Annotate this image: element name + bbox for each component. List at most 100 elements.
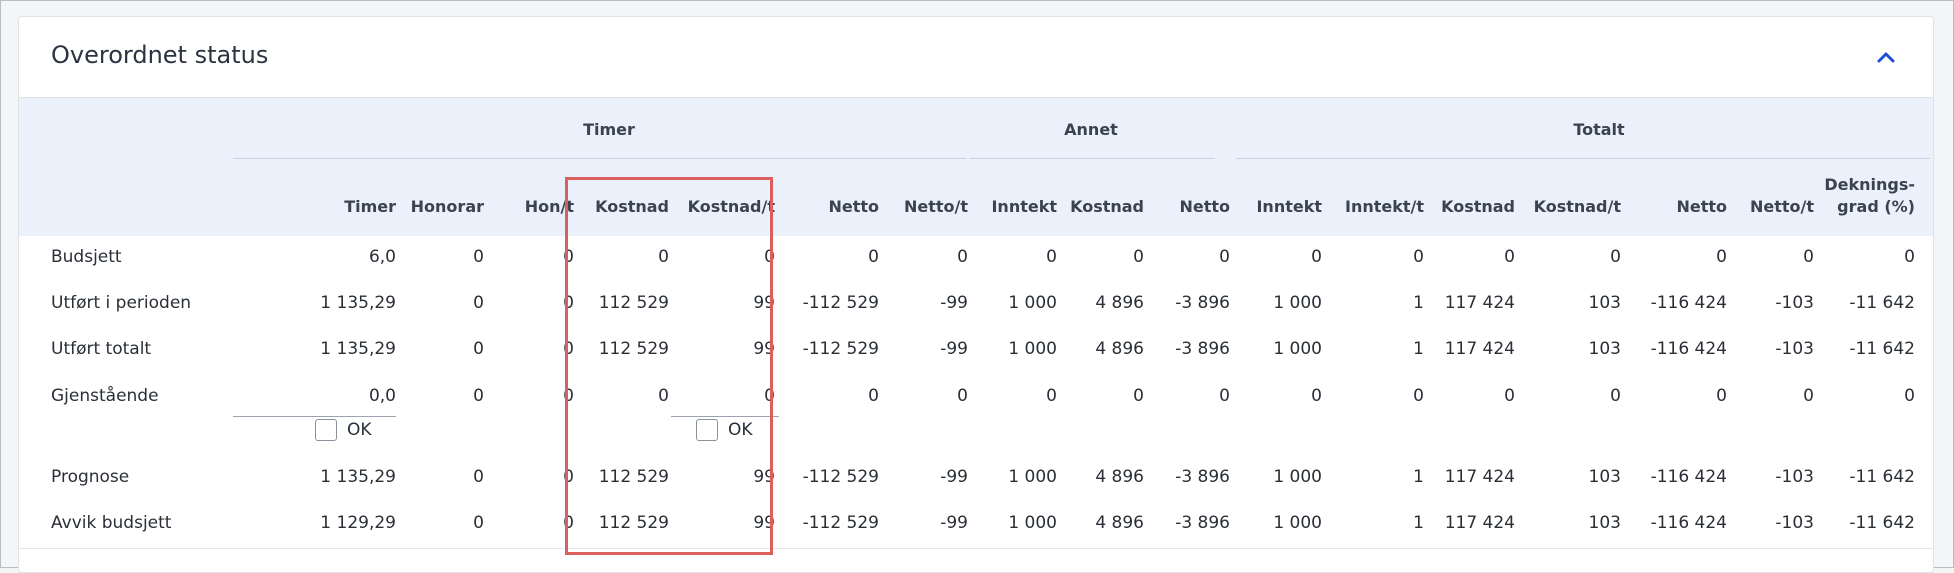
col-kostnad-t[interactable]: Kostnad/t	[688, 196, 775, 218]
col-annet-kostnad[interactable]: Kostnad	[1070, 196, 1144, 218]
table-cell: 99	[753, 293, 775, 313]
table-cell: 0	[868, 386, 879, 406]
table-cell: 0	[1716, 247, 1727, 267]
col-annet-netto[interactable]: Netto	[1179, 196, 1230, 218]
row-label: Utført totalt	[51, 339, 152, 359]
table-cell: 0	[957, 247, 968, 267]
table-cell: 0	[563, 386, 574, 406]
row-label: Avvik budsjett	[51, 513, 172, 533]
table-cell: 0	[1046, 247, 1057, 267]
table-cell: -11 642	[1849, 513, 1915, 533]
col-honorar[interactable]: Honorar	[411, 196, 484, 218]
table-cell: 0	[1046, 386, 1057, 406]
table-cell: 0	[1904, 386, 1915, 406]
status-table: Timer Annet Totalt Timer Honorar Hon/t K…	[19, 98, 1933, 572]
ok-kostnad-t-checkbox[interactable]: OK	[696, 419, 753, 441]
group-totalt: Totalt	[1573, 120, 1625, 139]
table-cell: -99	[940, 293, 968, 313]
table-cell: 99	[753, 513, 775, 533]
table-cell: 0	[1610, 386, 1621, 406]
remaining-hours-input[interactable]	[233, 416, 396, 417]
col-totalt-inntekt-t[interactable]: Inntekt/t	[1345, 196, 1424, 218]
table-cell: 1 000	[1008, 513, 1057, 533]
table-cell: 1 000	[1008, 293, 1057, 313]
table-cell: 0	[1904, 247, 1915, 267]
table-cell: 4 896	[1095, 513, 1144, 533]
table-cell: -116 424	[1650, 467, 1727, 487]
checkbox[interactable]	[315, 419, 337, 441]
table-cell: 0	[1504, 247, 1515, 267]
table-cell: 1 135,29	[320, 293, 396, 313]
remaining-cost-per-hour-input[interactable]	[671, 416, 779, 417]
col-totalt-netto-t[interactable]: Netto/t	[1750, 196, 1814, 218]
col-netto-t[interactable]: Netto/t	[904, 196, 968, 218]
table-cell: 1 000	[1008, 339, 1057, 359]
table-cell: 1 000	[1273, 339, 1322, 359]
checkbox[interactable]	[696, 419, 718, 441]
table-row: Prognose 1 135,29 0 0 112 529 99 -112 529 -99 1 …	[19, 456, 1933, 503]
col-totalt-inntekt[interactable]: Inntekt	[1256, 196, 1322, 218]
table-cell: 0	[473, 467, 484, 487]
table-cell[interactable]: 0,0	[369, 386, 396, 406]
table-cell: 112 529	[598, 293, 669, 313]
table-cell: 6,0	[368, 247, 396, 267]
table-cell: 0	[1803, 247, 1814, 267]
col-hon-t[interactable]: Hon/t	[525, 196, 574, 218]
table-cell: 112 529	[598, 339, 669, 359]
collapse-button[interactable]	[1873, 47, 1899, 67]
col-dekningsgrad-line2: grad (%)	[1837, 197, 1915, 216]
col-totalt-kostnad[interactable]: Kostnad	[1441, 196, 1515, 218]
table-cell: 4 896	[1095, 467, 1144, 487]
table-cell: 1 000	[1273, 513, 1322, 533]
col-totalt-netto[interactable]: Netto	[1676, 196, 1727, 218]
table-cell: -103	[1775, 293, 1814, 313]
group-divider-totalt	[1236, 158, 1930, 159]
col-annet-inntekt[interactable]: Inntekt	[991, 196, 1057, 218]
table-cell: -103	[1775, 467, 1814, 487]
table-cell: -11 642	[1849, 339, 1915, 359]
row-label: Gjenstående	[51, 386, 159, 406]
table-cell: -112 529	[802, 293, 879, 313]
group-divider-annet	[970, 158, 1215, 159]
table-cell: 0	[1311, 247, 1322, 267]
col-dekningsgrad[interactable]: Deknings- grad (%)	[1824, 174, 1915, 218]
table-cell: 1	[1413, 513, 1424, 533]
table-cell[interactable]: 0	[764, 386, 775, 406]
table-cell: 1 000	[1273, 467, 1322, 487]
table-cell: 117 424	[1444, 467, 1515, 487]
group-divider-timer	[233, 158, 966, 159]
table-cell: 0	[1413, 247, 1424, 267]
ok-timer-checkbox[interactable]: OK	[315, 419, 372, 441]
table-cell: 117 424	[1444, 339, 1515, 359]
table-cell: -112 529	[802, 513, 879, 533]
table-cell: 1	[1413, 339, 1424, 359]
table-cell: 0	[473, 386, 484, 406]
table-cell: -3 896	[1175, 293, 1230, 313]
panel-header[interactable]: Overordnet status	[19, 17, 1933, 98]
ok-label: OK	[728, 420, 753, 440]
table-cell: 0	[563, 467, 574, 487]
col-timer[interactable]: Timer	[344, 196, 396, 218]
table-cell: -116 424	[1650, 339, 1727, 359]
col-totalt-kostnad-t[interactable]: Kostnad/t	[1534, 196, 1621, 218]
table-header: Timer Annet Totalt Timer Honorar Hon/t K…	[19, 98, 1933, 237]
table-cell: 103	[1588, 467, 1621, 487]
col-netto[interactable]: Netto	[828, 196, 879, 218]
table-cell: 112 529	[598, 467, 669, 487]
table-cell: 0	[1716, 386, 1727, 406]
row-label: Budsjett	[51, 247, 122, 267]
table-cell: 0	[473, 513, 484, 533]
table-cell: 99	[753, 339, 775, 359]
table-cell: 103	[1588, 293, 1621, 313]
table-cell: 0	[563, 339, 574, 359]
table-cell: 99	[753, 467, 775, 487]
panel-title: Overordnet status	[51, 41, 269, 69]
table-cell: 0	[473, 293, 484, 313]
table-cell: 117 424	[1444, 293, 1515, 313]
table-cell: 0	[1803, 386, 1814, 406]
table-cell: -116 424	[1650, 293, 1727, 313]
table-row: Budsjett 6,0 0 0 0 0 0 0 0 0 0 0 0 0 0 0 0 0	[19, 236, 1933, 283]
table-cell: -103	[1775, 339, 1814, 359]
table-cell: 0	[473, 339, 484, 359]
col-kostnad[interactable]: Kostnad	[595, 196, 669, 218]
